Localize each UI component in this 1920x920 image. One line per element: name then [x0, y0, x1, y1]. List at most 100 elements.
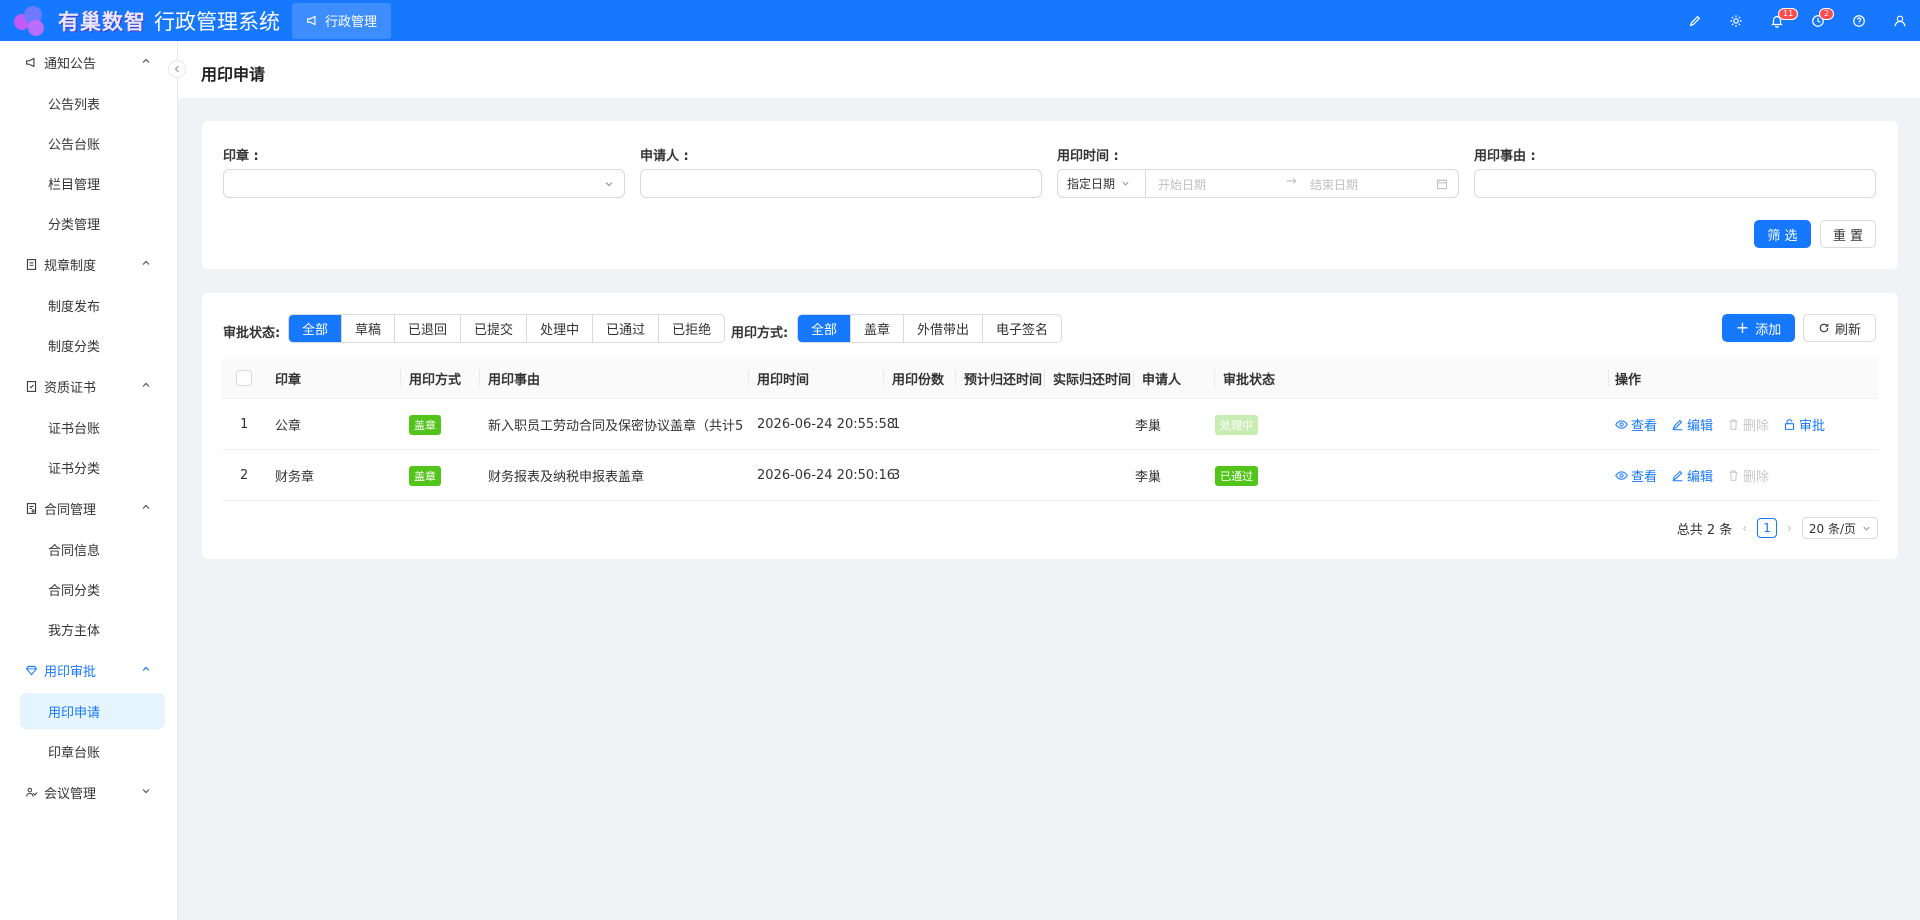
menu-group-notices: 通知公告 公告列表 公告台账 栏目管理 分类管理	[0, 41, 177, 243]
eye-icon	[1615, 471, 1628, 480]
status-option-approved[interactable]: 已通过	[593, 315, 660, 342]
row-index: 1	[240, 417, 249, 432]
plus-icon: +	[1735, 318, 1750, 337]
reset-button[interactable]: 重 置	[1820, 220, 1876, 248]
method-option-all[interactable]: 全部	[798, 315, 852, 342]
sidebar-item-seal-ledger[interactable]: 印章台账	[0, 731, 177, 771]
select-all-checkbox[interactable]	[236, 357, 252, 399]
sidebar-collapse-button[interactable]	[168, 60, 186, 78]
row-actions: 查看 编辑 删除 审批	[1615, 399, 1839, 450]
menu-head-contracts[interactable]: 合同管理	[0, 487, 177, 529]
trash-icon	[1729, 470, 1738, 481]
page-number-current[interactable]: 1	[1757, 518, 1778, 538]
user-button[interactable]	[1879, 0, 1920, 41]
method-option-stamp[interactable]: 盖章	[851, 315, 905, 342]
col-seal: 印章	[275, 372, 302, 388]
status-option-returned[interactable]: 已退回	[395, 315, 462, 342]
sidebar-item-contract-info[interactable]: 合同信息	[0, 529, 177, 569]
sidebar-item-certificate-category[interactable]: 证书分类	[0, 447, 177, 487]
tasks-badge: 2	[1819, 8, 1835, 20]
tasks-button[interactable]: 2	[1797, 0, 1838, 41]
method-option-borrow[interactable]: 外借带出	[904, 315, 984, 342]
settings-button[interactable]	[1715, 0, 1756, 41]
total-count: 总共 2 条	[1676, 522, 1733, 538]
next-page-icon[interactable]: ›	[1787, 521, 1792, 535]
range-arrow-icon: →	[1286, 174, 1297, 189]
col-applicant: 申请人	[1142, 372, 1182, 388]
delete-button[interactable]: 删除	[1727, 466, 1769, 485]
refresh-icon	[1819, 323, 1829, 333]
method-option-esign[interactable]: 电子签名	[983, 315, 1061, 342]
menu-group-meetings: 会议管理	[0, 771, 177, 813]
filter-button[interactable]: 筛 选	[1754, 220, 1811, 248]
sidebar-item-notice-ledger[interactable]: 公告台账	[0, 123, 177, 163]
diamond-icon	[24, 663, 38, 677]
sidebar-item-category-management[interactable]: 分类管理	[0, 203, 177, 243]
chevron-down-icon	[605, 182, 613, 187]
delete-button[interactable]: 删除	[1727, 415, 1769, 434]
filter-card: 印章 : 申请人 : 用印时间 : 指定日期 开始日期 → 结束日期 用印事由 …	[202, 121, 1898, 269]
page-title: 用印申请	[201, 65, 266, 84]
contract-icon	[24, 501, 38, 515]
view-button[interactable]: 查看	[1615, 415, 1657, 434]
prev-page-icon[interactable]: ‹	[1742, 521, 1747, 535]
approve-button[interactable]: 审批	[1783, 415, 1825, 434]
sidebar-item-certificate-ledger[interactable]: 证书台账	[0, 407, 177, 447]
menu-head-certificates[interactable]: 资质证书	[0, 365, 177, 407]
start-date-input[interactable]: 开始日期	[1158, 176, 1206, 193]
edit-button[interactable]: 编辑	[1671, 466, 1713, 485]
status-badge: 处理中	[1215, 414, 1258, 435]
megaphone-icon	[307, 15, 316, 26]
status-option-rejected[interactable]: 已拒绝	[659, 315, 724, 342]
add-button[interactable]: + 添加	[1722, 314, 1795, 342]
row-seal: 公章	[275, 419, 302, 434]
row-method: 盖章	[409, 399, 441, 450]
row-actions: 查看 编辑 删除	[1615, 450, 1783, 501]
document-icon	[24, 257, 38, 271]
col-reason: 用印事由	[488, 372, 541, 388]
logo[interactable]: 有巢数智	[14, 4, 146, 38]
status-filter-label: 审批状态:	[223, 326, 281, 341]
menu-group-contracts: 合同管理 合同信息 合同分类 我方主体	[0, 487, 177, 649]
status-option-draft[interactable]: 草稿	[342, 315, 396, 342]
menu-head-meetings[interactable]: 会议管理	[0, 771, 177, 813]
delete-label: 删除	[1743, 419, 1770, 434]
sidebar-item-our-entity[interactable]: 我方主体	[0, 609, 177, 649]
chevron-down-icon	[1122, 181, 1129, 186]
view-label: 查看	[1631, 470, 1658, 485]
approve-label: 审批	[1799, 419, 1826, 434]
time-mode-select[interactable]: 指定日期	[1058, 170, 1146, 197]
col-expected-return: 预计归还时间	[964, 372, 1043, 388]
tab-admin-management[interactable]: 行政管理	[292, 2, 392, 39]
sidebar-item-seal-application[interactable]: 用印申请	[20, 693, 165, 729]
row-seal: 财务章	[275, 470, 315, 485]
edit-button[interactable]: 编辑	[1671, 415, 1713, 434]
row-time: 2026-06-24 20:55:58	[757, 417, 896, 432]
method-tag: 盖章	[409, 414, 441, 435]
view-button[interactable]: 查看	[1615, 466, 1657, 485]
menu-head-notices[interactable]: 通知公告	[0, 41, 177, 83]
status-option-processing[interactable]: 处理中	[527, 315, 594, 342]
page-size-select[interactable]: 20 条/页	[1801, 517, 1878, 539]
theme-button[interactable]	[1674, 0, 1715, 41]
status-option-submitted[interactable]: 已提交	[461, 315, 528, 342]
seal-select[interactable]	[223, 169, 625, 198]
applicant-input[interactable]	[640, 169, 1042, 198]
row-method: 盖章	[409, 450, 441, 501]
sidebar-item-regulation-publish[interactable]: 制度发布	[0, 285, 177, 325]
menu-head-regulations[interactable]: 规章制度	[0, 243, 177, 285]
reason-input[interactable]	[1474, 169, 1876, 198]
menu-head-seal-approval[interactable]: 用印审批	[0, 649, 177, 691]
end-date-input[interactable]: 结束日期	[1310, 176, 1358, 193]
col-method: 用印方式	[409, 372, 462, 388]
table-row: 2 财务章 盖章 财务报表及纳税申报表盖章 2026-06-24 20:50:1…	[222, 450, 1878, 501]
add-label: 添加	[1755, 322, 1782, 338]
sidebar-item-column-management[interactable]: 栏目管理	[0, 163, 177, 203]
notifications-button[interactable]: 11	[1756, 0, 1799, 41]
refresh-button[interactable]: 刷新	[1803, 314, 1876, 342]
help-button[interactable]	[1838, 0, 1879, 41]
sidebar-item-regulation-category[interactable]: 制度分类	[0, 325, 177, 365]
sidebar-item-contract-category[interactable]: 合同分类	[0, 569, 177, 609]
sidebar-item-notice-list[interactable]: 公告列表	[0, 83, 177, 123]
status-option-all[interactable]: 全部	[289, 315, 343, 342]
